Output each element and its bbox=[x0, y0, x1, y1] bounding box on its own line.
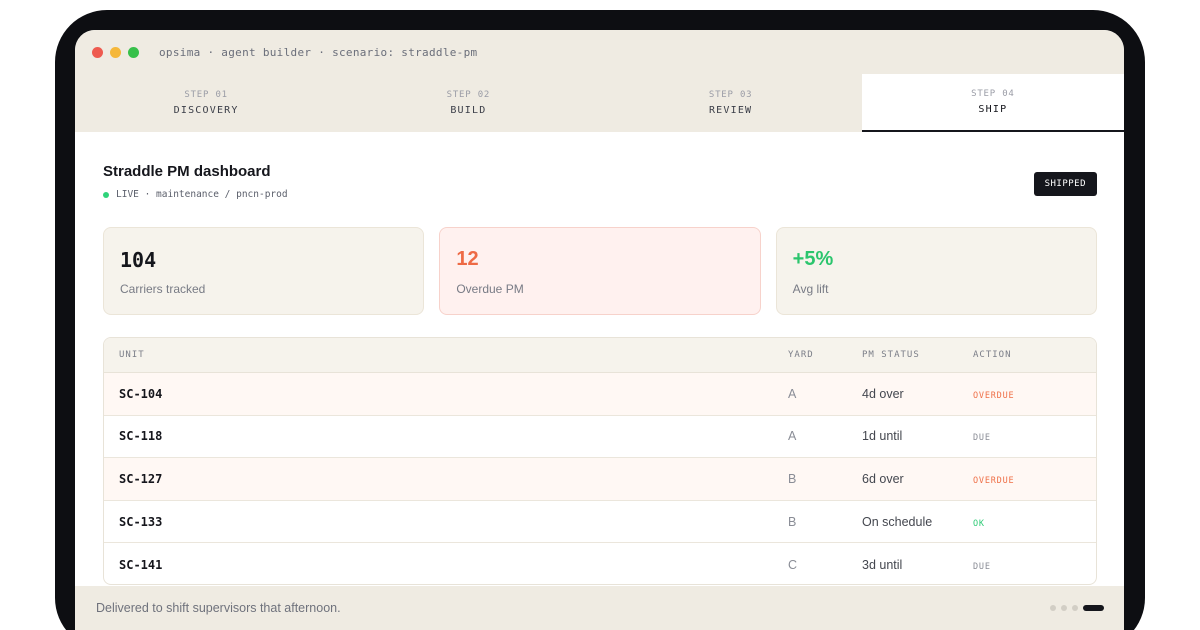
unit-id: SC-104 bbox=[119, 386, 163, 401]
minimize-window-button[interactable] bbox=[110, 46, 121, 58]
table-row[interactable]: SC-118 A 1d until DUE bbox=[104, 416, 1096, 459]
action-tag: OVERDUE bbox=[973, 390, 1015, 401]
step-tabs: STEP 01 DISCOVERY STEP 02 BUILD STEP 03 … bbox=[75, 74, 1124, 132]
step-number: STEP 04 bbox=[971, 89, 1015, 99]
action-tag: DUE bbox=[973, 561, 991, 572]
stat-card-carriers: 104 Carriers tracked bbox=[103, 227, 425, 315]
yard-value: A bbox=[788, 386, 797, 401]
app-window: opsima · agent builder · scenario: strad… bbox=[75, 30, 1124, 630]
stat-value: 104 bbox=[120, 248, 157, 272]
column-header-status: PM STATUS bbox=[862, 350, 920, 360]
yard-value: A bbox=[788, 429, 797, 444]
status-line: LIVE · maintenance / pncn-prod bbox=[103, 189, 288, 200]
table-row[interactable]: SC-127 B 6d over OVERDUE bbox=[104, 458, 1096, 501]
pager-dot-active[interactable] bbox=[1083, 605, 1104, 611]
yard-value: B bbox=[788, 471, 797, 486]
unit-id: SC-118 bbox=[119, 429, 163, 444]
stat-cards: 104 Carriers tracked 12 Overdue PM +5% A… bbox=[103, 227, 1097, 315]
stat-value: 12 bbox=[456, 248, 479, 270]
stat-card-lift: +5% Avg lift bbox=[775, 227, 1097, 315]
action-tag: OVERDUE bbox=[973, 475, 1015, 486]
pm-status: 4d over bbox=[862, 386, 904, 401]
stat-label: Carriers tracked bbox=[120, 282, 206, 296]
tab-build[interactable]: STEP 02 BUILD bbox=[337, 74, 599, 132]
pm-table: UNIT YARD PM STATUS ACTION SC-104 A 4d o… bbox=[103, 337, 1097, 585]
window-title: opsima · agent builder · scenario: strad… bbox=[159, 45, 478, 59]
status-text: LIVE · maintenance / pncn-prod bbox=[116, 189, 288, 200]
step-number: STEP 01 bbox=[184, 90, 228, 100]
step-label: SHIP bbox=[978, 104, 1008, 115]
pm-status: 1d until bbox=[862, 429, 903, 444]
step-number: STEP 03 bbox=[708, 90, 753, 100]
footer-caption: Delivered to shift supervisors that afte… bbox=[96, 601, 341, 615]
action-tag: OK bbox=[973, 518, 985, 529]
tab-ship[interactable]: STEP 04 SHIP bbox=[861, 74, 1124, 132]
stat-label: Overdue PM bbox=[456, 282, 524, 296]
column-header-unit: UNIT bbox=[119, 350, 145, 360]
table-row[interactable]: SC-133 B On schedule OK bbox=[104, 501, 1096, 544]
unit-id: SC-133 bbox=[119, 514, 163, 529]
pager-dot[interactable] bbox=[1061, 605, 1067, 611]
pager-dot[interactable] bbox=[1050, 605, 1056, 611]
unit-id: SC-141 bbox=[119, 557, 163, 572]
close-window-button[interactable] bbox=[92, 46, 103, 58]
table-row[interactable]: SC-141 C 3d until DUE bbox=[104, 543, 1096, 584]
page-title: Straddle PM dashboard bbox=[103, 163, 271, 180]
shipped-badge: SHIPPED bbox=[1033, 172, 1097, 196]
table-header: UNIT YARD PM STATUS ACTION bbox=[104, 338, 1096, 373]
stat-card-overdue: 12 Overdue PM bbox=[439, 227, 761, 315]
step-label: REVIEW bbox=[708, 105, 753, 116]
column-header-yard: YARD bbox=[788, 350, 814, 360]
tab-discovery[interactable]: STEP 01 DISCOVERY bbox=[75, 74, 337, 132]
yard-value: B bbox=[788, 514, 797, 529]
pager-dot[interactable] bbox=[1072, 605, 1078, 611]
pm-status: 3d until bbox=[862, 557, 903, 572]
yard-value: C bbox=[788, 557, 798, 572]
tab-review[interactable]: STEP 03 REVIEW bbox=[600, 74, 862, 132]
unit-id: SC-127 bbox=[119, 471, 163, 486]
maximize-window-button[interactable] bbox=[128, 46, 139, 58]
pm-status: 6d over bbox=[862, 471, 904, 486]
table-row[interactable]: SC-104 A 4d over OVERDUE bbox=[104, 373, 1096, 416]
column-header-action: ACTION bbox=[973, 350, 1012, 360]
stat-label: Avg lift bbox=[792, 282, 829, 296]
title-bar: opsima · agent builder · scenario: strad… bbox=[75, 30, 1124, 74]
live-indicator-icon bbox=[103, 191, 109, 198]
action-tag: DUE bbox=[973, 433, 991, 444]
stat-value: +5% bbox=[792, 248, 834, 270]
footer-bar: Delivered to shift supervisors that afte… bbox=[75, 586, 1124, 630]
pm-status: On schedule bbox=[862, 514, 933, 529]
step-label: DISCOVERY bbox=[173, 105, 239, 116]
step-number: STEP 02 bbox=[446, 90, 491, 100]
dashboard-header: Straddle PM dashboard LIVE · maintenance… bbox=[103, 163, 288, 200]
slide-pager bbox=[1050, 605, 1104, 611]
step-label: BUILD bbox=[450, 105, 487, 116]
